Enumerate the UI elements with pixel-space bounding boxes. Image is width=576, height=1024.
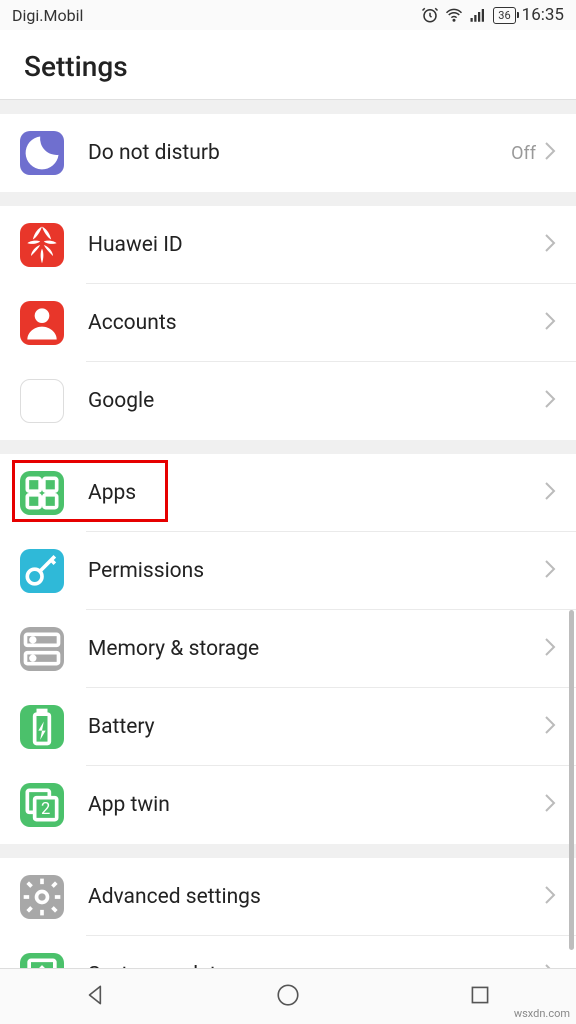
row-label: Advanced settings [88, 885, 544, 909]
apptwin-icon: 2 [20, 783, 64, 827]
row-app-twin[interactable]: 2 App twin [0, 766, 576, 844]
row-label: App twin [88, 793, 544, 817]
row-memory-storage[interactable]: Memory & storage [0, 610, 576, 688]
page-title: Settings [24, 50, 552, 83]
gear-icon [20, 875, 64, 919]
row-label: Permissions [88, 559, 544, 583]
apps-icon [20, 471, 64, 515]
settings-group: Apps Permissions Memory & storage Battery 2 A… [0, 454, 576, 844]
storage-icon [20, 627, 64, 671]
account-icon [20, 301, 64, 345]
chevron-right-icon [544, 481, 556, 505]
chevron-right-icon [544, 637, 556, 661]
carrier-label: Digi.Mobil [12, 6, 83, 25]
row-label: Memory & storage [88, 637, 544, 661]
moon-icon [20, 131, 64, 175]
watermark: wsxdn.com [514, 1007, 570, 1020]
group-separator [0, 100, 576, 114]
group-separator [0, 844, 576, 858]
row-huawei-id[interactable]: Huawei ID [0, 206, 576, 284]
row-system-update[interactable]: System update [0, 936, 576, 968]
time-label: 16:35 [522, 5, 564, 25]
row-google[interactable]: Google [0, 362, 576, 440]
chevron-right-icon [544, 885, 556, 909]
row-label: Battery [88, 715, 544, 739]
status-bar: Digi.Mobil 36 16:35 [0, 0, 576, 30]
row-do-not-disturb[interactable]: Do not disturbOff [0, 114, 576, 192]
row-label: Google [88, 389, 544, 413]
chevron-right-icon [544, 715, 556, 739]
row-value: Off [511, 143, 536, 164]
settings-group: Advanced settings System update [0, 858, 576, 968]
back-button[interactable] [83, 982, 109, 1012]
group-separator [0, 440, 576, 454]
battery-icon [20, 705, 64, 749]
group-separator [0, 192, 576, 206]
battery-indicator: 36 [493, 7, 515, 24]
svg-text:2: 2 [41, 800, 50, 819]
status-icons: 36 16:35 [421, 5, 564, 25]
row-advanced-settings[interactable]: Advanced settings [0, 858, 576, 936]
chevron-right-icon [544, 389, 556, 413]
row-label: Apps [88, 481, 544, 505]
row-label: Do not disturb [88, 141, 511, 165]
alarm-icon [421, 6, 439, 24]
signal-icon [469, 6, 487, 24]
row-accounts[interactable]: Accounts [0, 284, 576, 362]
chevron-right-icon [544, 233, 556, 257]
row-apps[interactable]: Apps [0, 454, 576, 532]
update-icon [20, 953, 64, 968]
row-label: Accounts [88, 311, 544, 335]
row-label: Huawei ID [88, 233, 544, 257]
key-icon [20, 549, 64, 593]
huawei-icon [20, 223, 64, 267]
home-button[interactable] [275, 982, 301, 1012]
page-header: Settings [0, 30, 576, 100]
chevron-right-icon [544, 559, 556, 583]
google-icon [20, 379, 64, 423]
settings-group: Do not disturbOff [0, 114, 576, 192]
chevron-right-icon [544, 793, 556, 817]
chevron-right-icon [544, 141, 556, 165]
content-area: Settings Do not disturbOff Huawei ID Accou… [0, 30, 576, 968]
row-battery[interactable]: Battery [0, 688, 576, 766]
navigation-bar [0, 968, 576, 1024]
row-permissions[interactable]: Permissions [0, 532, 576, 610]
recent-button[interactable] [467, 982, 493, 1012]
chevron-right-icon [544, 311, 556, 335]
settings-group: Huawei ID Accounts Google [0, 206, 576, 440]
scrollbar[interactable] [569, 610, 574, 950]
wifi-icon [445, 6, 463, 24]
